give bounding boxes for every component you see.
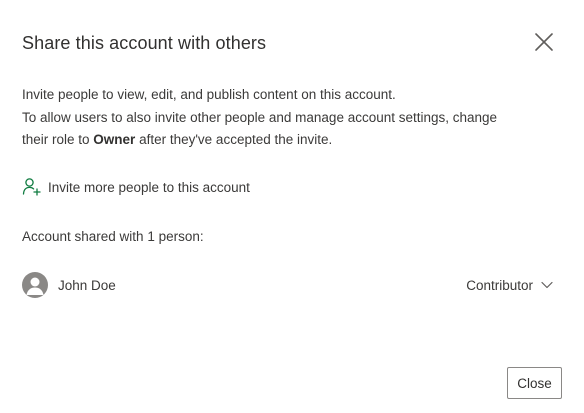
shared-with-count: Account shared with 1 person:	[22, 229, 204, 244]
invite-link-label: Invite more people to this account	[48, 179, 250, 195]
description-line: To allow users to also invite other peop…	[22, 109, 498, 125]
shared-person-row: John Doe Contributor	[22, 271, 562, 299]
description-line: their role to Owner after they've accept…	[22, 129, 567, 152]
close-button[interactable]: Close	[507, 367, 562, 399]
chevron-down-icon	[541, 281, 553, 289]
role-dropdown[interactable]: Contributor	[466, 271, 553, 299]
dialog-description: Invite people to view, edit, and publish…	[22, 84, 567, 152]
close-icon[interactable]	[530, 28, 558, 56]
description-text: after they've accepted the invite.	[135, 132, 333, 147]
description-text: their role to	[22, 132, 94, 147]
owner-role-text: Owner	[93, 132, 136, 147]
dialog-title: Share this account with others	[22, 33, 267, 53]
role-label: Contributor	[466, 277, 533, 293]
invite-more-people-link[interactable]: Invite more people to this account	[22, 176, 250, 198]
description-line: Invite people to view, edit, and publish…	[22, 87, 396, 102]
add-person-icon	[22, 177, 42, 197]
share-account-dialog: Share this account with others Invite pe…	[0, 0, 584, 413]
person-avatar-icon	[22, 272, 48, 298]
person-name: John Doe	[58, 277, 116, 293]
